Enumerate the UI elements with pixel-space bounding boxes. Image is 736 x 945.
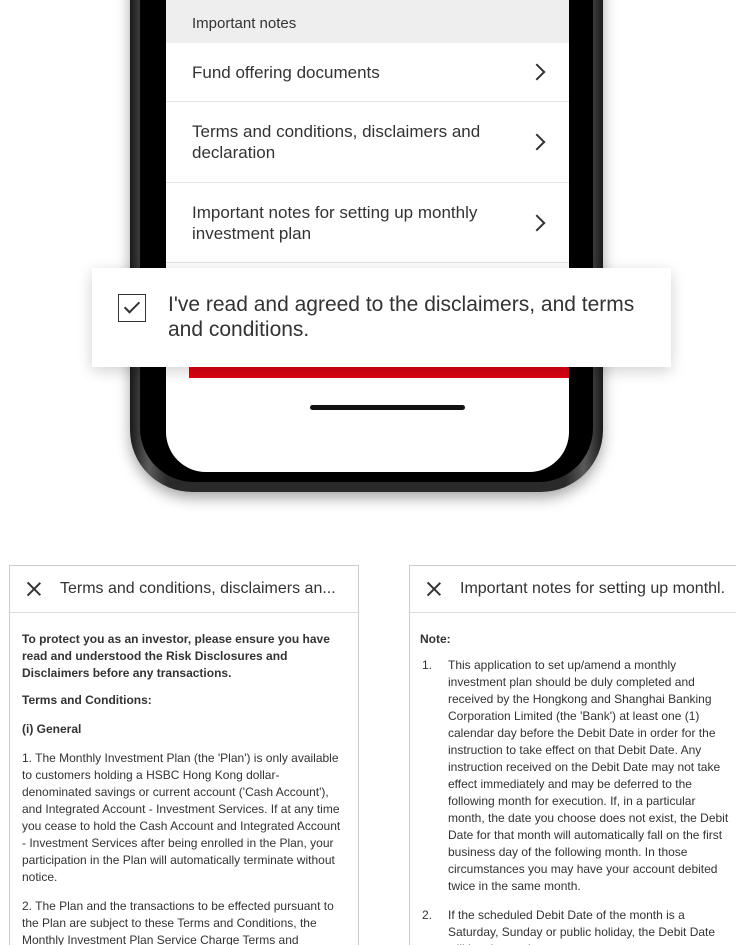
agreement-text: I've read and agreed to the disclaimers,…: [168, 293, 635, 341]
checkmark-icon: [123, 297, 141, 314]
home-indicator: [310, 405, 465, 410]
phone-bezel: Important notes Fund offering documents …: [140, 0, 593, 482]
terms-panel-header: Terms and conditions, disclaimers an...: [10, 566, 358, 613]
terms-paragraph: 1. The Monthly Investment Plan (the 'Pla…: [22, 751, 341, 884]
chevron-right-icon: [528, 214, 546, 231]
chevron-right-icon: [528, 63, 546, 81]
close-icon[interactable]: [427, 582, 441, 596]
list-item: 1. This application to set up/amend a mo…: [420, 657, 730, 895]
terms-panel: Terms and conditions, disclaimers an... …: [9, 565, 359, 945]
phone-mockup: Important notes Fund offering documents …: [130, 0, 603, 492]
row-label: Terms and conditions, disclaimers and de…: [192, 122, 481, 162]
row-terms-and-conditions[interactable]: Terms and conditions, disclaimers and de…: [166, 102, 569, 183]
terms-subheading: (i) General: [22, 722, 82, 736]
list-item-text: This application to set up/amend a month…: [448, 658, 729, 893]
row-fund-offering-documents[interactable]: Fund offering documents: [166, 43, 569, 102]
notes-panel-header: Important notes for setting up monthl...: [410, 566, 736, 613]
important-notes-header: Important notes: [166, 0, 569, 43]
notes-panel-body: Note: 1. This application to set up/amen…: [410, 613, 736, 945]
terms-paragraph: 2. The Plan and the transactions to be e…: [22, 899, 334, 945]
close-icon[interactable]: [27, 582, 41, 596]
list-item-number: 1.: [422, 658, 433, 672]
list-item-text: If the scheduled Debit Date of the month…: [448, 908, 716, 945]
agreement-card: I've read and agreed to the disclaimers,…: [92, 268, 671, 367]
agree-checkbox[interactable]: [118, 294, 146, 322]
row-label: Fund offering documents: [192, 62, 380, 82]
phone-screen: Important notes Fund offering documents …: [166, 0, 569, 472]
terms-panel-body: To protect you as an investor, please en…: [10, 613, 358, 945]
terms-heading: Terms and Conditions:: [22, 693, 152, 707]
terms-panel-title: Terms and conditions, disclaimers an...: [60, 580, 336, 597]
terms-intro: To protect you as an investor, please en…: [22, 632, 330, 680]
notes-panel: Important notes for setting up monthl...…: [409, 565, 736, 945]
notes-heading: Note:: [420, 632, 451, 646]
row-label: Important notes for setting up monthly i…: [192, 202, 478, 243]
row-monthly-investment-notes[interactable]: Important notes for setting up monthly i…: [166, 183, 569, 263]
chevron-right-icon: [528, 133, 546, 151]
list-item: 2. If the scheduled Debit Date of the mo…: [420, 907, 730, 945]
list-item-number: 2.: [422, 908, 433, 922]
notes-panel-title: Important notes for setting up monthl...: [460, 580, 726, 597]
